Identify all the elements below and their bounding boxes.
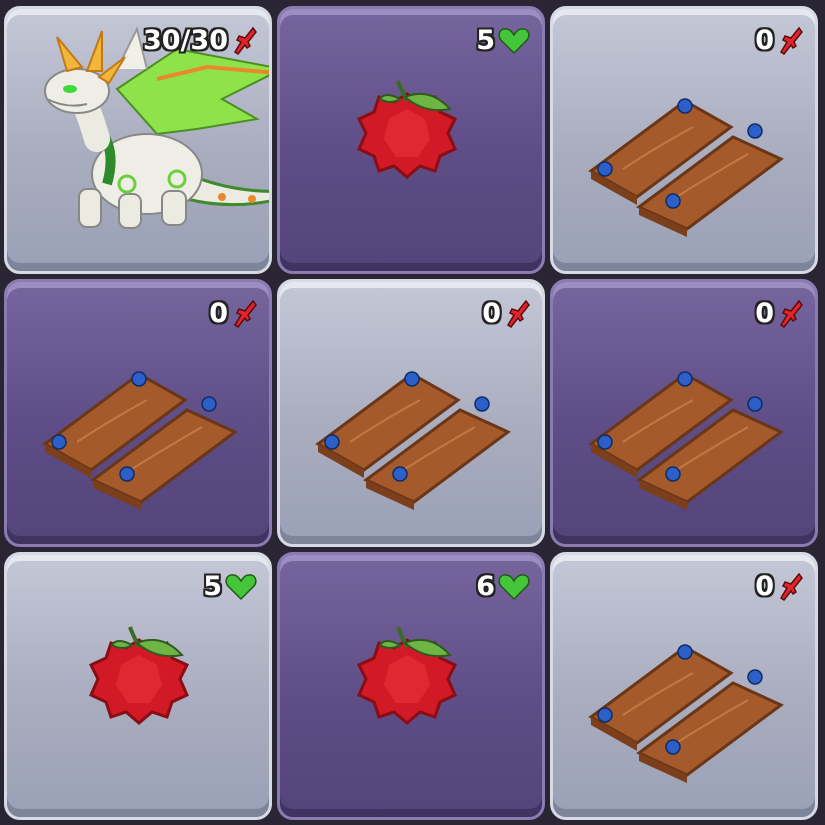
sword-icon	[233, 26, 257, 55]
tile-counter: 6	[476, 571, 530, 602]
counter-value: 0	[755, 571, 774, 602]
counter-value: 5	[476, 25, 495, 56]
counter-value: 0	[755, 25, 774, 56]
counter-value: 5	[203, 571, 222, 602]
game-board: 30/30 5 0 0 0 0 5 6 0	[0, 0, 825, 825]
tile-planks[interactable]: 0	[550, 6, 818, 274]
tile-counter: 5	[476, 25, 530, 56]
sword-icon	[779, 299, 803, 328]
counter-value: 30/30	[142, 25, 228, 56]
tile-counter: 0	[755, 25, 803, 56]
tile-fruit[interactable]: 5	[4, 552, 272, 820]
tile-counter: 0	[482, 298, 530, 329]
heart-icon	[498, 27, 530, 54]
sword-icon	[779, 572, 803, 601]
tile-counter: 0	[209, 298, 257, 329]
sword-icon	[506, 299, 530, 328]
tile-fruit[interactable]: 5	[277, 6, 545, 274]
tile-counter: 5	[203, 571, 257, 602]
tile-counter: 0	[755, 571, 803, 602]
sword-icon	[779, 26, 803, 55]
tile-counter: 0	[755, 298, 803, 329]
tile-planks[interactable]: 0	[4, 279, 272, 547]
counter-value: 0	[482, 298, 501, 329]
counter-value: 0	[209, 298, 228, 329]
tile-planks[interactable]: 0	[277, 279, 545, 547]
tile-counter: 30/30	[143, 25, 257, 56]
counter-value: 0	[755, 298, 774, 329]
tile-planks[interactable]: 0	[550, 279, 818, 547]
tile-planks[interactable]: 0	[550, 552, 818, 820]
tile-dragon[interactable]: 30/30	[4, 6, 272, 274]
heart-icon	[225, 573, 257, 600]
tile-fruit[interactable]: 6	[277, 552, 545, 820]
counter-value: 6	[476, 571, 495, 602]
sword-icon	[233, 299, 257, 328]
heart-icon	[498, 573, 530, 600]
